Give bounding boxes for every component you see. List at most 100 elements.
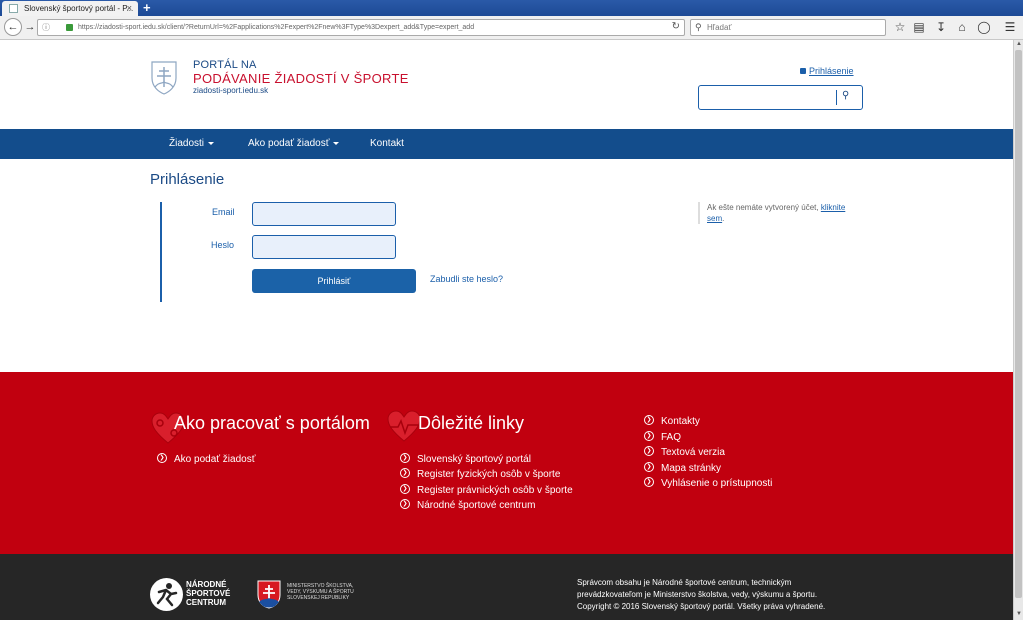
site-search-input[interactable]: ⚲ [698, 85, 863, 110]
forgot-password-link[interactable]: Zabudli ste heslo? [430, 274, 503, 284]
footer-link[interactable]: ❯ Vyhlásenie o prístupnosti [644, 477, 773, 489]
forward-arrow-icon[interactable]: → [22, 19, 38, 35]
menu-item-label: Kontakt [370, 138, 404, 149]
ministry-coat-of-arms-icon[interactable] [257, 580, 281, 609]
ministry-logo-text[interactable]: MINISTERSTVO ŠKOLSTVA, VEDY, VÝSKUMU A Š… [287, 583, 354, 601]
nsc-line3: CENTRUM [186, 598, 226, 607]
login-submit-button[interactable]: Prihlásiť [252, 269, 416, 293]
footer-link[interactable]: ❯ Register právnických osôb v športe [400, 484, 573, 496]
heartbeat-icon [387, 410, 421, 442]
lock-icon [800, 68, 806, 74]
logo-text-line2[interactable]: PODÁVANIE ŽIADOSTÍ V ŠPORTE [193, 71, 409, 86]
arrow-circle-icon: ❯ [400, 499, 410, 510]
footer-link-label: FAQ [661, 432, 682, 443]
footer-link-label: Register fyzických osôb v športe [417, 469, 561, 480]
reload-icon[interactable]: ↻ [672, 21, 680, 32]
chat-icon[interactable]: ◯ [977, 20, 991, 34]
caret-down-icon [208, 141, 215, 145]
browser-tabbar: Slovenský športový portál - P... × + [0, 0, 1023, 16]
footer-link[interactable]: ❯ Národné športové centrum [400, 499, 536, 511]
footer-link-label: Mapa stránky [661, 463, 722, 474]
footer-link[interactable]: ❯ Register fyzických osôb v športe [400, 468, 561, 480]
menu-item-ziadosti[interactable]: Žiadosti [169, 138, 215, 149]
browser-search-input[interactable]: ⚲ Hľadať [690, 19, 886, 36]
footer-link[interactable]: ❯ Slovenský športový portál [400, 453, 531, 465]
footer-link[interactable]: ❯ Textová verzia [644, 446, 725, 458]
arrow-circle-icon: ❯ [644, 431, 654, 442]
arrow-circle-icon: ❯ [644, 462, 654, 473]
arrow-circle-icon: ❯ [644, 415, 654, 426]
header-login-label: Prihlásenie [809, 66, 854, 76]
footer-link-label: Register právnických osôb v športe [417, 485, 573, 496]
footer-link-label: Kontakty [661, 416, 700, 427]
arrow-circle-icon: ❯ [644, 477, 654, 488]
arrow-circle-icon: ❯ [400, 484, 410, 495]
scroll-thumb[interactable] [1015, 50, 1022, 598]
form-accent-bar [160, 202, 162, 302]
logo-text-line3[interactable]: ziadosti-sport.iedu.sk [193, 86, 268, 95]
back-arrow-icon[interactable]: ← [4, 18, 22, 36]
password-label: Heslo [211, 240, 235, 250]
url-text: https://ziadosti-sport.iedu.sk/client/?R… [78, 24, 475, 31]
email-field[interactable] [252, 202, 396, 226]
info-icon[interactable]: ⓘ [42, 22, 50, 33]
search-icon: ⚲ [695, 22, 702, 32]
hamburger-menu-icon[interactable]: ☰ [1003, 20, 1017, 34]
footer-link-label: Slovenský športový portál [417, 454, 531, 465]
address-bar[interactable]: ⓘ https://ziadosti-sport.iedu.sk/client/… [37, 19, 685, 36]
footer-link-label: Vyhlásenie o prístupnosti [661, 478, 773, 489]
footer-link-label: Ako podať žiadosť [174, 454, 256, 465]
footer-heading-portal: Ako pracovať s portálom [174, 413, 370, 433]
home-icon[interactable]: ⌂ [955, 20, 969, 34]
arrow-circle-icon: ❯ [400, 468, 410, 479]
new-tab-button[interactable]: + [143, 0, 151, 15]
footer-link[interactable]: ❯ FAQ [644, 431, 682, 443]
browser-navbar: ← → ⓘ https://ziadosti-sport.iedu.sk/cli… [0, 16, 1023, 40]
nsc-line2: ŠPORTOVÉ [186, 589, 231, 598]
register-note-end: . [722, 214, 725, 223]
tab-title: Slovenský športový portál - P... [24, 4, 134, 13]
browser-tab[interactable]: Slovenský športový portál - P... × [2, 1, 138, 16]
star-icon[interactable]: ☆ [893, 20, 907, 34]
page-scrollbar[interactable]: ▲ ▼ [1013, 40, 1023, 620]
footer-link[interactable]: ❯ Mapa stránky [644, 462, 722, 474]
copyright-line1: Správcom obsahu je Národné športové cent… [577, 578, 792, 587]
footer-link[interactable]: ❯ Kontakty [644, 415, 700, 427]
copyright-line2: prevádzkovateľom je Ministerstvo školstv… [577, 590, 818, 599]
scroll-down-icon[interactable]: ▼ [1016, 611, 1022, 617]
lock-icon [66, 24, 73, 31]
menu-item-label: Žiadosti [169, 138, 205, 149]
password-field[interactable] [252, 235, 396, 259]
footer-link-label: Textová verzia [661, 447, 725, 458]
register-note-text: Ak ešte nemáte vytvorený účet, [707, 203, 821, 212]
search-divider [836, 90, 837, 105]
copyright-text: Správcom obsahu je Národné športové cent… [577, 577, 825, 613]
arrow-circle-icon: ❯ [157, 453, 167, 464]
nsc-logo-text[interactable]: NÁRODNÉ ŠPORTOVÉ CENTRUM [186, 580, 230, 607]
arrow-circle-icon: ❯ [644, 446, 654, 457]
ministry-line3: SLOVENSKEJ REPUBLIKY [287, 595, 350, 601]
clipboard-icon[interactable]: ▤ [912, 20, 926, 34]
register-note: Ak ešte nemáte vytvorený účet, kliknite … [698, 202, 858, 224]
scroll-up-icon[interactable]: ▲ [1016, 41, 1022, 47]
search-icon[interactable]: ⚲ [842, 90, 849, 101]
copyright-line3: Copyright © 2016 Slovenský športový port… [577, 602, 826, 611]
header-login-link[interactable]: Prihlásenie [800, 66, 854, 76]
caret-down-icon [333, 141, 340, 145]
main-menu: Žiadosti Ako podať žiadosť Kontakt [0, 129, 1013, 159]
nsc-runner-logo-icon[interactable] [150, 578, 183, 611]
email-label: Email [212, 207, 235, 217]
menu-item-ako-podat[interactable]: Ako podať žiadosť [248, 138, 340, 149]
footer-heading-links: Dôležité linky [418, 413, 525, 433]
arrow-circle-icon: ❯ [400, 453, 410, 464]
menu-item-kontakt[interactable]: Kontakt [370, 138, 404, 149]
slovak-coat-of-arms-icon[interactable] [150, 60, 178, 95]
footer-link[interactable]: ❯ Ako podať žiadosť [157, 453, 256, 465]
favicon-icon [9, 4, 18, 13]
download-icon[interactable]: ↧ [934, 20, 948, 34]
browser-search-placeholder: Hľadať [707, 23, 732, 32]
nsc-line1: NÁRODNÉ [186, 580, 227, 589]
tab-close-icon[interactable]: × [127, 3, 132, 13]
logo-text-line1[interactable]: PORTÁL NA [193, 59, 257, 71]
footer-link-label: Národné športové centrum [417, 500, 536, 511]
